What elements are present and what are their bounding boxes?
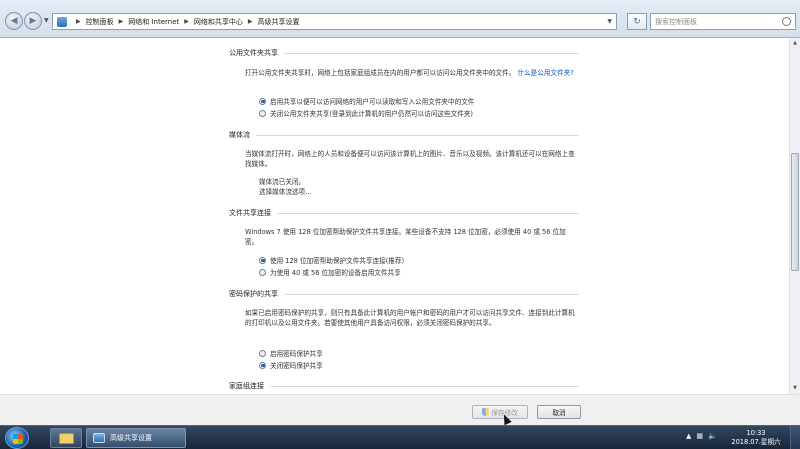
radio-enable-password-sharing[interactable]: 启用密码保护共享 [259, 348, 323, 358]
settings-content: 公用文件夹共享 打开公用文件夹共享时，网络上包括家庭组成员在内的用户都可以访问公… [0, 38, 789, 394]
section-description: 当媒体流打开时，网络上的人员和设备便可以访问该计算机上的图片、音乐以及视频。该计… [245, 150, 575, 168]
recent-pages-dropdown[interactable]: ▼ [44, 17, 49, 24]
search-icon[interactable] [782, 17, 791, 26]
taskbar-active-window[interactable]: 高级共享设置 [86, 428, 186, 448]
start-button[interactable] [5, 427, 29, 449]
section-description: 打开公用文件夹共享时，网络上包括家庭组成员在内的用户都可以访问公用文件夹中的文件… [245, 68, 575, 78]
radio-icon[interactable] [259, 109, 266, 117]
radio-selected-icon[interactable] [259, 256, 266, 264]
radio-label: 使用 128 位加密帮助保护文件共享连接(推荐) [270, 257, 405, 265]
back-button[interactable]: ◀ [5, 12, 23, 30]
chevron-right-icon[interactable]: ▶ [248, 18, 253, 25]
radio-40-56bit-encryption[interactable]: 为使用 40 或 56 位加密的设备启用文件共享 [259, 267, 401, 277]
clock-time: 10:33 [746, 429, 766, 437]
scrollbar-thumb[interactable] [791, 153, 799, 271]
action-bar: 保存修改 取消 [0, 394, 800, 425]
section-media-streaming: 媒体流 [229, 130, 579, 140]
radio-label: 为使用 40 或 56 位加密的设备启用文件共享 [270, 269, 401, 277]
network-icon [93, 433, 105, 443]
section-public-folder: 公用文件夹共享 [229, 48, 579, 58]
radio-selected-icon[interactable] [259, 97, 266, 105]
radio-label: 关闭密码保护共享 [270, 362, 323, 370]
chevron-right-icon[interactable]: ▶ [119, 18, 124, 25]
forward-button[interactable]: ▶ [24, 12, 42, 30]
crumb-control-panel[interactable]: 控制面板 [86, 17, 114, 27]
radio-128bit-encryption[interactable]: 使用 128 位加密帮助保护文件共享连接(推荐) [259, 255, 404, 265]
system-tray: ▲ ▦ 🔈 [686, 432, 717, 440]
divider [284, 293, 579, 295]
radio-label: 启用密码保护共享 [270, 350, 323, 358]
divider [284, 52, 579, 54]
network-tray-icon[interactable]: ▦ [696, 432, 703, 440]
tray-expand-icon[interactable]: ▲ [686, 432, 691, 440]
public-desc-text: 打开公用文件夹共享时，网络上包括家庭组成员在内的用户都可以访问公用文件夹中的文件… [245, 69, 516, 77]
radio-label: 启用共享以便可以访问网络的用户可以读取和写入公用文件夹中的文件 [270, 98, 475, 106]
taskbar: 高级共享设置 ▲ ▦ 🔈 10:33 2018.07.星期六 [0, 425, 800, 449]
radio-disable-password-sharing[interactable]: 关闭密码保护共享 [259, 360, 323, 370]
refresh-icon: ↻ [633, 16, 641, 27]
section-title: 公用文件夹共享 [229, 49, 278, 57]
media-stream-status: 媒体流已关闭。 [259, 178, 306, 186]
divider [270, 385, 579, 387]
section-file-sharing: 文件共享连接 [229, 208, 579, 218]
radio-enable-public-sharing[interactable]: 启用共享以便可以访问网络的用户可以读取和写入公用文件夹中的文件 [259, 96, 474, 106]
show-desktop-button[interactable] [790, 426, 800, 449]
divider [256, 134, 579, 136]
folder-icon [58, 432, 74, 444]
section-description: Windows 7 使用 128 位加密帮助保护文件共享连接。某些设备不支持 1… [245, 228, 566, 246]
section-title: 媒体流 [229, 131, 250, 139]
scroll-down-icon[interactable]: ▼ [790, 383, 800, 394]
section-password-sharing: 密码保护的共享 [229, 289, 579, 299]
vertical-scrollbar[interactable]: ▲ ▼ [789, 38, 800, 394]
volume-icon[interactable]: 🔈 [708, 432, 717, 440]
back-arrow-icon: ◀ [10, 16, 18, 26]
chevron-down-icon[interactable]: ▼ [607, 18, 612, 25]
radio-disable-public-sharing[interactable]: 关闭公用文件夹共享(登录到此计算机的用户仍然可以访问这些文件夹) [259, 108, 473, 118]
radio-selected-icon[interactable] [259, 361, 266, 369]
crumb-network-internet[interactable]: 网络和 Internet [128, 17, 179, 27]
forward-arrow-icon: ▶ [29, 16, 37, 26]
what-is-public-folder-link[interactable]: 什么是公用文件夹? [517, 69, 573, 77]
radio-icon[interactable] [259, 349, 266, 357]
control-panel-icon [57, 16, 67, 27]
section-title: 文件共享连接 [229, 209, 271, 217]
chevron-right-icon[interactable]: ▶ [184, 18, 189, 25]
crumb-network-sharing-center[interactable]: 网络和共享中心 [194, 17, 243, 27]
radio-label: 关闭公用文件夹共享(登录到此计算机的用户仍然可以访问这些文件夹) [270, 110, 473, 118]
search-placeholder: 搜索控制面板 [655, 18, 697, 26]
taskbar-explorer-button[interactable] [50, 428, 82, 448]
section-title: 密码保护的共享 [229, 290, 278, 298]
chevron-right-icon[interactable]: ▶ [76, 18, 81, 25]
crumb-advanced-sharing[interactable]: 高级共享设置 [258, 17, 300, 27]
section-description: 如果已启用密码保护的共享，则只有具备此计算机的用户帐户和密码的用户才可以访问共享… [245, 309, 575, 327]
taskbar-app-label: 高级共享设置 [110, 434, 152, 442]
cancel-button[interactable]: 取消 [537, 405, 581, 419]
section-title: 家庭组连接 [229, 382, 264, 390]
clock[interactable]: 10:33 2018.07.星期六 [728, 429, 784, 447]
clock-date: 2018.07.星期六 [731, 438, 781, 446]
section-homegroup: 家庭组连接 [229, 381, 579, 391]
uac-shield-icon [482, 408, 490, 416]
breadcrumb[interactable]: ▶ 控制面板 ▶ 网络和 Internet ▶ 网络和共享中心 ▶ 高级共享设置… [52, 13, 617, 30]
scroll-up-icon[interactable]: ▲ [790, 38, 800, 49]
address-bar: ◀ ▶ ▼ ▶ 控制面板 ▶ 网络和 Internet ▶ 网络和共享中心 ▶ … [0, 0, 800, 38]
radio-icon[interactable] [259, 268, 266, 276]
search-input[interactable]: 搜索控制面板 [650, 13, 796, 30]
divider [277, 212, 579, 214]
refresh-button[interactable]: ↻ [627, 13, 647, 30]
choose-media-options-link[interactable]: 选择媒体流选项... [259, 186, 311, 196]
